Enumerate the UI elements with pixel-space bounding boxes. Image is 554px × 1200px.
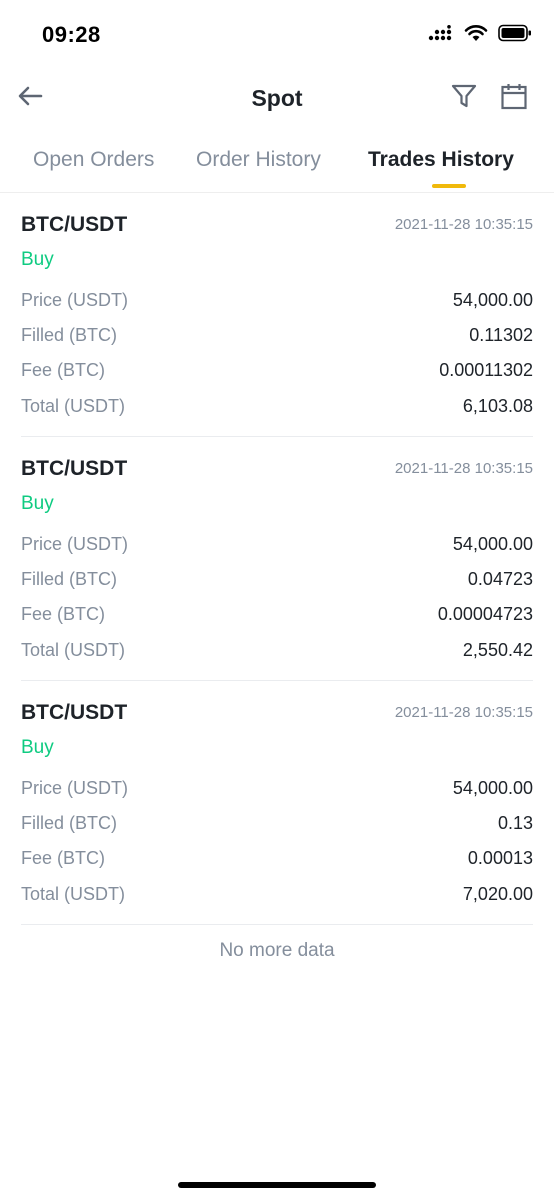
filled-value: 0.04723 bbox=[467, 569, 533, 589]
status-time: 09:28 bbox=[42, 22, 101, 47]
wifi-icon bbox=[464, 24, 488, 47]
filled-value: 0.11302 bbox=[469, 325, 533, 345]
total-label: Total (USDT) bbox=[21, 884, 126, 904]
tab-trades-history[interactable]: Trades History bbox=[368, 148, 514, 172]
price-row: Price (USDT) 54,000.00 bbox=[21, 534, 533, 562]
trade-list: BTC/USDT 2021-11-28 10:35:15 Buy Price (… bbox=[21, 193, 533, 925]
cellular-signal-icon bbox=[428, 25, 454, 46]
status-bar: 09:28 bbox=[0, 0, 554, 70]
price-value: 54,000.00 bbox=[452, 290, 533, 310]
fee-label: Fee (BTC) bbox=[21, 604, 106, 624]
fee-label: Fee (BTC) bbox=[21, 848, 106, 868]
header: Spot bbox=[0, 72, 554, 128]
price-row: Price (USDT) 54,000.00 bbox=[21, 290, 533, 318]
trade-time: 2021-11-28 10:35:15 bbox=[394, 704, 533, 721]
price-label: Price (USDT) bbox=[21, 534, 128, 554]
filled-row: Filled (BTC) 0.13 bbox=[21, 813, 533, 841]
filter-button[interactable] bbox=[446, 80, 482, 116]
total-value: 7,020.00 bbox=[462, 884, 533, 904]
fee-row: Fee (BTC) 0.00013 bbox=[21, 848, 533, 876]
trade-pair: BTC/USDT bbox=[21, 213, 128, 236]
tab-order-history[interactable]: Order History bbox=[196, 148, 321, 172]
fee-value: 0.00004723 bbox=[437, 604, 533, 624]
price-label: Price (USDT) bbox=[21, 290, 128, 310]
total-row: Total (USDT) 6,103.08 bbox=[21, 396, 533, 424]
fee-value: 0.00013 bbox=[467, 848, 533, 868]
battery-icon bbox=[498, 24, 532, 47]
no-more-data-text: No more data bbox=[219, 940, 335, 961]
filled-value: 0.13 bbox=[497, 813, 533, 833]
price-row: Price (USDT) 54,000.00 bbox=[21, 778, 533, 806]
trade-card[interactable]: BTC/USDT 2021-11-28 10:35:15 Buy Price (… bbox=[21, 437, 533, 681]
active-tab-indicator bbox=[432, 184, 466, 188]
status-icons bbox=[428, 24, 532, 47]
trade-card[interactable]: BTC/USDT 2021-11-28 10:35:15 Buy Price (… bbox=[21, 193, 533, 437]
trade-time: 2021-11-28 10:35:15 bbox=[394, 216, 533, 233]
fee-row: Fee (BTC) 0.00011302 bbox=[21, 360, 533, 388]
trade-card[interactable]: BTC/USDT 2021-11-28 10:35:15 Buy Price (… bbox=[21, 681, 533, 925]
price-label: Price (USDT) bbox=[21, 778, 128, 798]
filled-label: Filled (BTC) bbox=[21, 813, 118, 833]
total-label: Total (USDT) bbox=[21, 396, 126, 416]
trade-pair: BTC/USDT bbox=[21, 457, 128, 480]
filled-label: Filled (BTC) bbox=[21, 569, 118, 589]
trade-pair: BTC/USDT bbox=[21, 701, 128, 724]
total-value: 2,550.42 bbox=[462, 640, 533, 660]
home-indicator[interactable] bbox=[178, 1182, 376, 1188]
trade-side: Buy bbox=[21, 249, 54, 270]
tab-open-orders[interactable]: Open Orders bbox=[33, 148, 154, 172]
trade-side: Buy bbox=[21, 493, 54, 514]
trade-time: 2021-11-28 10:35:15 bbox=[394, 460, 533, 477]
filled-row: Filled (BTC) 0.11302 bbox=[21, 325, 533, 353]
total-row: Total (USDT) 7,020.00 bbox=[21, 884, 533, 912]
filled-row: Filled (BTC) 0.04723 bbox=[21, 569, 533, 597]
fee-label: Fee (BTC) bbox=[21, 360, 106, 380]
filled-label: Filled (BTC) bbox=[21, 325, 118, 345]
tab-bar: Open Orders Order History Trades History bbox=[0, 140, 554, 193]
calendar-icon bbox=[500, 82, 528, 115]
total-label: Total (USDT) bbox=[21, 640, 126, 660]
calendar-button[interactable] bbox=[496, 80, 532, 116]
fee-row: Fee (BTC) 0.00004723 bbox=[21, 604, 533, 632]
fee-value: 0.00011302 bbox=[439, 360, 533, 380]
filter-icon bbox=[450, 82, 478, 115]
price-value: 54,000.00 bbox=[452, 778, 533, 798]
total-value: 6,103.08 bbox=[462, 396, 533, 416]
total-row: Total (USDT) 2,550.42 bbox=[21, 640, 533, 668]
price-value: 54,000.00 bbox=[452, 534, 533, 554]
trade-side: Buy bbox=[21, 737, 54, 758]
